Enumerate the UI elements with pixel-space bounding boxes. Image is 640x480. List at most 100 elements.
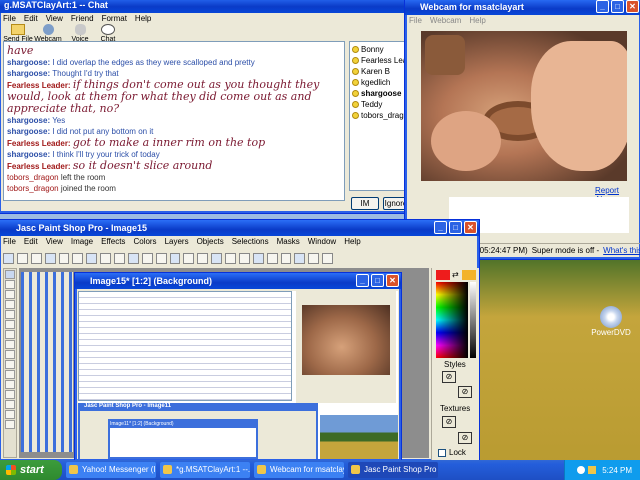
psp-toolbar[interactable]	[3, 251, 333, 265]
user-list-item[interactable]: Bonny	[352, 44, 404, 55]
psp-menubar[interactable]: File Edit View Image Effects Colors Layers Obje…	[0, 236, 479, 248]
paint-tool-icon[interactable]	[5, 390, 15, 399]
user-list-item[interactable]: kgedlich	[352, 77, 404, 88]
paint-tool-icon[interactable]	[5, 320, 15, 329]
webcam-menu-file[interactable]: File	[409, 15, 422, 27]
paint-tool-icon[interactable]	[5, 330, 15, 339]
image-canvas[interactable]: Jasc Paint Shop Pro - Image11 Image11* […	[78, 291, 398, 459]
paint-tool-icon[interactable]	[5, 290, 15, 299]
tray-icon[interactable]	[588, 466, 597, 474]
toolbar-tool-icon[interactable]	[266, 252, 278, 264]
toolbar-tool-icon[interactable]	[169, 252, 181, 264]
psp-menu-item[interactable]: Masks	[277, 236, 300, 248]
user-list-item[interactable]: Fearless Lead	[352, 55, 406, 66]
toolbar-tool-icon[interactable]	[114, 252, 125, 264]
taskbar-item-paint-shop-pro[interactable]: Jasc Paint Shop Pro -...	[348, 462, 438, 478]
system-message-user[interactable]: tobors_dragon	[7, 184, 59, 193]
toolbar-tool-icon[interactable]	[322, 252, 333, 264]
toolbar-tool-icon[interactable]	[225, 252, 236, 264]
grayscale-bar[interactable]	[470, 282, 476, 358]
psp-titlebar[interactable]: Jasc Paint Shop Pro - Image15 _ □ ✕	[0, 220, 479, 236]
toolbar-tool-icon[interactable]	[155, 252, 167, 264]
minimize-icon[interactable]: _	[356, 274, 369, 287]
background-swatch[interactable]	[462, 270, 476, 280]
lock-checkbox[interactable]: Lock	[438, 448, 466, 457]
swap-colors-icon[interactable]: ⇄	[452, 270, 459, 279]
paint-tool-icon[interactable]	[5, 420, 15, 429]
webcam-menu-help[interactable]: Help	[469, 15, 485, 27]
toolbar-tool-icon[interactable]	[183, 252, 195, 264]
toolbar-tool-icon[interactable]	[294, 252, 306, 264]
toolbar-tool-icon[interactable]	[16, 252, 28, 264]
psp-menu-item[interactable]: Image	[71, 236, 93, 248]
user-list-item[interactable]: Karen B	[352, 66, 404, 77]
psp-menu-item[interactable]: View	[46, 236, 63, 248]
materials-palette[interactable]: ⇄ Styles ⊘ ⊘ Textures ⊘ ⊘ Lock	[431, 268, 479, 461]
chat-menu-help[interactable]: Help	[135, 13, 151, 25]
toolbar-tool-icon[interactable]	[141, 252, 153, 264]
paint-tool-icon[interactable]	[5, 300, 15, 309]
toolbar-tool-icon[interactable]	[308, 252, 320, 264]
chat-titlebar[interactable]: g.MSATClayArt:1 -- Chat	[0, 0, 407, 13]
maximize-icon[interactable]: □	[449, 221, 462, 234]
paint-tool-icon[interactable]	[5, 370, 15, 379]
psp-menu-item[interactable]: Effects	[101, 236, 125, 248]
chat-log[interactable]: have shargoose: I did overlap the edges a…	[3, 41, 345, 201]
paint-tool-icon[interactable]	[5, 310, 15, 319]
image15-window[interactable]: Image15* [1:2] (Background) _ □ ✕ Jasc P…	[74, 272, 402, 462]
psp-menu-item[interactable]: File	[3, 236, 16, 248]
taskbar-item-webcam[interactable]: Webcam for msatclay...	[254, 462, 344, 478]
paint-tool-icon[interactable]	[5, 380, 15, 389]
system-message-user[interactable]: tobors_dragon	[7, 173, 59, 182]
toolbar-tool-icon[interactable]	[211, 252, 222, 264]
paint-tool-icon[interactable]	[5, 410, 15, 419]
tray-icon[interactable]	[577, 466, 586, 474]
close-icon[interactable]: ✕	[464, 221, 477, 234]
psp-menu-item[interactable]: Help	[344, 236, 360, 248]
chat-window[interactable]: g.MSATClayArt:1 -- Chat File Edit View F…	[0, 0, 408, 214]
webcam-menu-webcam[interactable]: Webcam	[430, 15, 461, 27]
paint-tool-icon[interactable]	[5, 340, 15, 349]
style-swatch[interactable]: ⊘	[442, 371, 456, 383]
desktop-icon-powerdvd[interactable]: PowerDVD	[588, 306, 634, 337]
psp-menu-item[interactable]: Selections	[232, 236, 269, 248]
user-list-item[interactable]: tobors_dragon	[352, 110, 406, 121]
psp-menu-item[interactable]: Objects	[197, 236, 224, 248]
toolbar-tool-icon[interactable]	[58, 252, 70, 264]
minimize-icon[interactable]: _	[434, 221, 447, 234]
webcam-menubar[interactable]: File Webcam Help	[405, 15, 640, 27]
toolbar-tool-icon[interactable]	[127, 252, 139, 264]
image15-titlebar[interactable]: Image15* [1:2] (Background) _ □ ✕	[75, 273, 401, 289]
paint-tool-icon[interactable]	[5, 400, 15, 409]
psp-menu-item[interactable]: Layers	[165, 236, 189, 248]
user-list-item[interactable]: shargoose	[352, 88, 404, 99]
webcam-titlebar[interactable]: Webcam for msatclayart _ □ ✕	[405, 0, 640, 15]
close-icon[interactable]: ✕	[386, 274, 399, 287]
user-list-item[interactable]: Teddy	[352, 99, 404, 110]
toolbar-tool-icon[interactable]	[3, 252, 14, 264]
maximize-icon[interactable]: □	[611, 0, 624, 13]
toolbar-tool-icon[interactable]	[280, 252, 292, 264]
style-swatch[interactable]: ⊘	[458, 386, 472, 398]
texture-swatch[interactable]: ⊘	[442, 416, 456, 428]
color-spectrum[interactable]	[436, 282, 468, 358]
foreground-swatch[interactable]	[436, 270, 450, 280]
im-button[interactable]: IM	[351, 197, 379, 210]
minimize-icon[interactable]: _	[596, 0, 609, 13]
maximize-icon[interactable]: □	[371, 274, 384, 287]
whats-this-link[interactable]: What's this?	[603, 244, 640, 257]
paint-tool-icon[interactable]	[5, 360, 15, 369]
texture-swatch[interactable]: ⊘	[458, 432, 472, 444]
toolbar-tool-icon[interactable]	[30, 252, 42, 264]
paint-tool-icon[interactable]	[5, 350, 15, 359]
toolbar-tool-icon[interactable]	[44, 252, 56, 264]
paint-tool-icon[interactable]	[5, 270, 15, 279]
toolbar-tool-icon[interactable]	[72, 252, 84, 264]
taskbar-item-chat[interactable]: *g.MSATClayArt:1 --...	[160, 462, 250, 478]
psp-menu-item[interactable]: Colors	[133, 236, 156, 248]
start-button[interactable]: start	[0, 460, 62, 480]
paint-tool-icon[interactable]	[5, 280, 15, 289]
toolbar-tool-icon[interactable]	[100, 252, 111, 264]
psp-tools-palette[interactable]	[3, 268, 17, 458]
taskbar-item-yahoo-messenger[interactable]: Yahoo! Messenger (I...	[66, 462, 156, 478]
